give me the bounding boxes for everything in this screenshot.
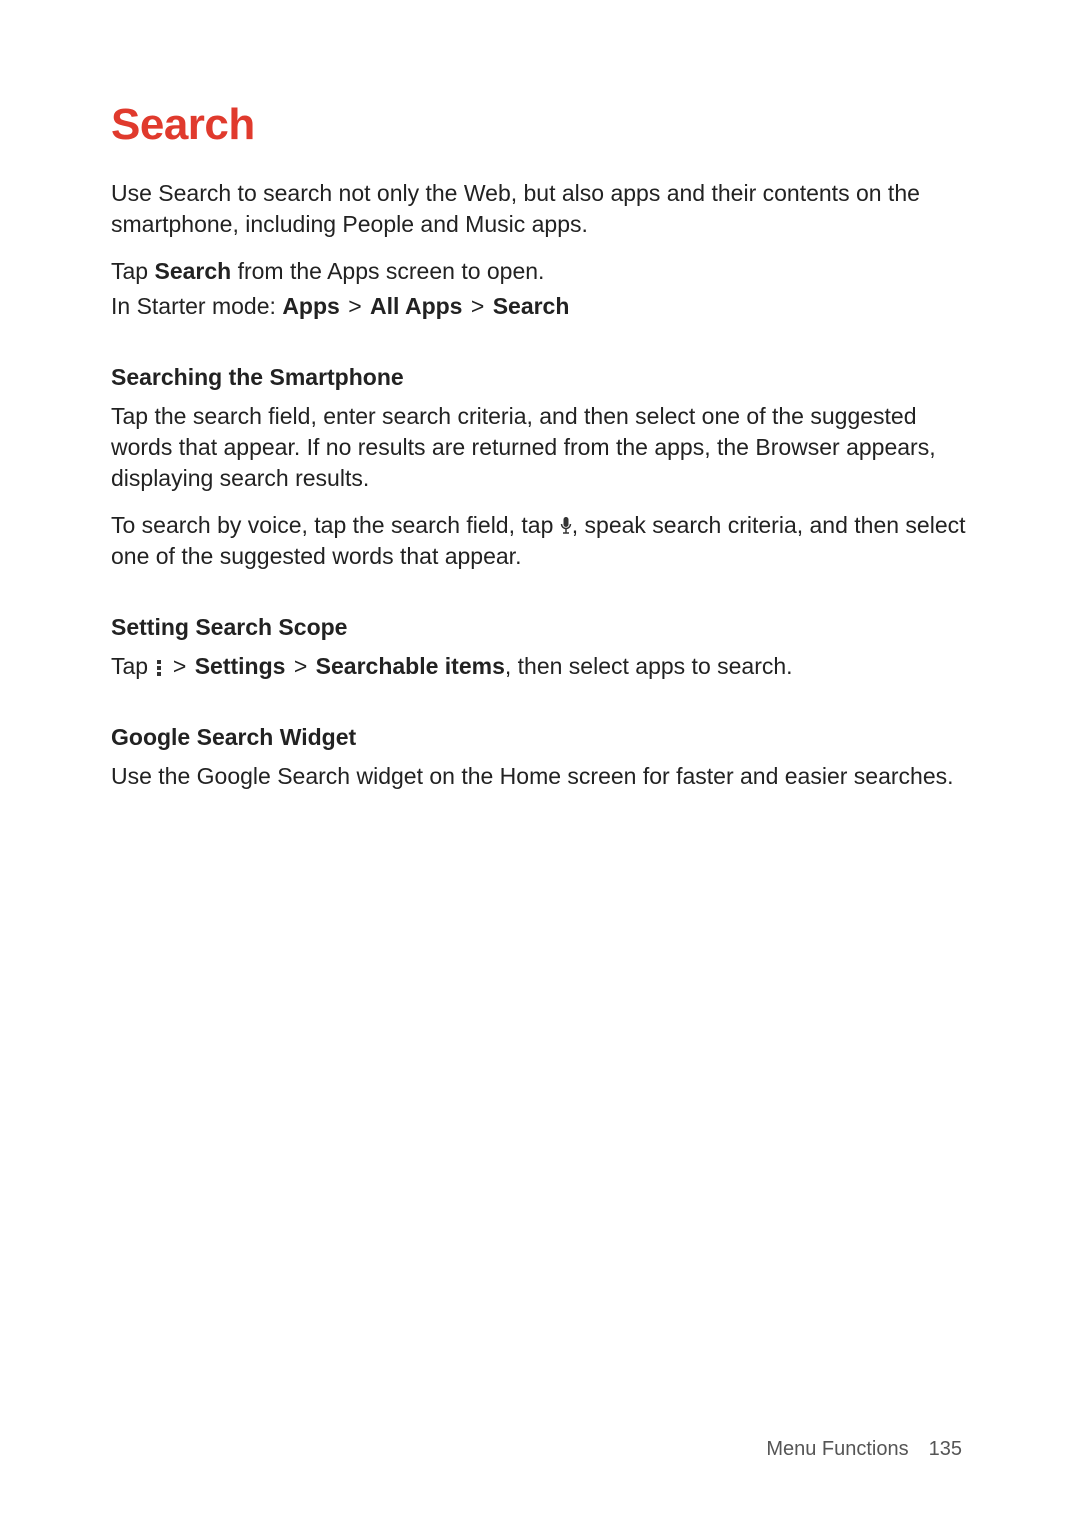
search-label: Search bbox=[154, 258, 231, 284]
crumb-settings: Settings bbox=[195, 653, 286, 679]
crumb-apps: Apps bbox=[282, 293, 340, 319]
text: Tap bbox=[111, 258, 154, 284]
section-body: Tap the search field, enter search crite… bbox=[111, 401, 969, 494]
text: from the Apps screen to open. bbox=[231, 258, 544, 284]
chevron: > bbox=[469, 293, 486, 319]
setting-scope-path: Tap > Settings > Searchable items, then … bbox=[111, 651, 969, 682]
starter-mode-path: In Starter mode: Apps > All Apps > Searc… bbox=[111, 291, 969, 322]
chevron: > bbox=[171, 653, 188, 679]
text: To search by voice, tap the search field… bbox=[111, 512, 560, 538]
intro-paragraph: Use Search to search not only the Web, b… bbox=[111, 178, 969, 240]
section-heading-scope: Setting Search Scope bbox=[111, 614, 969, 641]
section-heading-widget: Google Search Widget bbox=[111, 724, 969, 751]
chevron: > bbox=[292, 653, 309, 679]
page-footer: Menu Functions 135 bbox=[766, 1438, 962, 1461]
section-heading-searching: Searching the Smartphone bbox=[111, 364, 969, 391]
chevron: > bbox=[346, 293, 363, 319]
footer-section: Menu Functions bbox=[766, 1438, 908, 1460]
section-body: Use the Google Search widget on the Home… bbox=[111, 761, 969, 792]
crumb-search: Search bbox=[493, 293, 570, 319]
text: In Starter mode: bbox=[111, 293, 282, 319]
menu-icon bbox=[154, 654, 164, 674]
page-content: Search Use Search to search not only the… bbox=[111, 100, 969, 809]
text: , then select apps to search. bbox=[505, 653, 793, 679]
page-title: Search bbox=[111, 100, 969, 150]
text: Tap bbox=[111, 653, 154, 679]
crumb-allapps: All Apps bbox=[370, 293, 462, 319]
page-number: 135 bbox=[929, 1438, 962, 1460]
section-body-voice: To search by voice, tap the search field… bbox=[111, 510, 969, 572]
microphone-icon bbox=[560, 513, 572, 533]
open-instruction: Tap Search from the Apps screen to open. bbox=[111, 256, 969, 287]
crumb-searchable: Searchable items bbox=[316, 653, 505, 679]
